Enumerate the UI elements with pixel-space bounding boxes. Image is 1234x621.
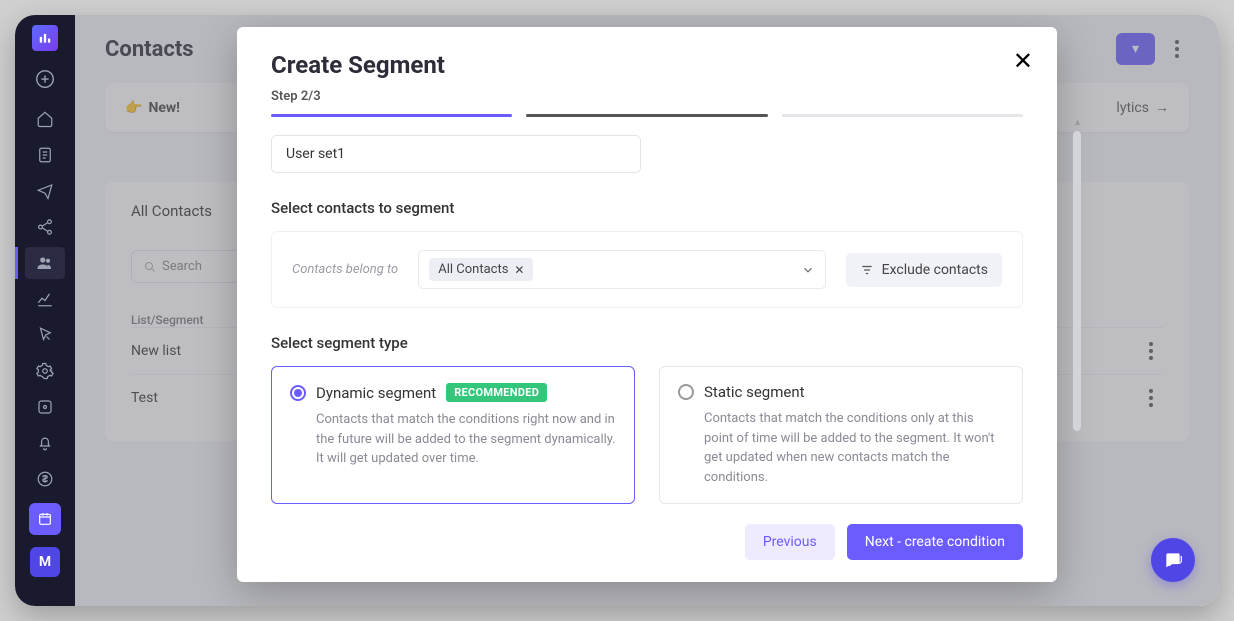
sidebar: M — [15, 15, 75, 606]
radio-dynamic[interactable] — [290, 385, 306, 401]
add-button[interactable] — [25, 59, 65, 99]
segment-name-input[interactable] — [271, 135, 641, 173]
create-segment-modal: Create Segment ✕ Step 2/3 ▲ Select con — [237, 27, 1057, 582]
nav-home[interactable] — [25, 103, 65, 135]
recommended-badge: RECOMMENDED — [446, 383, 547, 402]
belong-to-label: Contacts belong to — [292, 262, 398, 277]
nav-document[interactable] — [25, 139, 65, 171]
section-select-contacts: Select contacts to segment — [271, 199, 1023, 217]
dynamic-title: Dynamic segment — [316, 384, 436, 402]
nav-share[interactable] — [25, 211, 65, 243]
contact-chip: All Contacts ✕ — [429, 258, 533, 281]
nav-analytics[interactable] — [25, 283, 65, 315]
exclude-label: Exclude contacts — [882, 262, 988, 278]
nav-contacts[interactable] — [25, 247, 65, 279]
nav-campaigns[interactable] — [25, 175, 65, 207]
select-contacts-box: Contacts belong to All Contacts ✕ — [271, 231, 1023, 308]
previous-button[interactable]: Previous — [745, 524, 835, 560]
scroll-up-icon[interactable]: ▲ — [1073, 117, 1082, 128]
radio-static[interactable] — [678, 384, 694, 400]
app-frame: M Contacts ▾ 👉 New! lytics → All Contact… — [15, 15, 1219, 606]
static-segment-option[interactable]: Static segment Contacts that match the c… — [659, 366, 1023, 504]
dynamic-description: Contacts that match the conditions right… — [316, 410, 616, 469]
scrollbar[interactable]: ▲ — [1073, 117, 1081, 510]
modal-footer: Previous Next - create condition — [237, 510, 1057, 582]
main-area: Contacts ▾ 👉 New! lytics → All Contacts — [75, 15, 1219, 606]
contacts-selector[interactable]: All Contacts ✕ — [418, 250, 825, 289]
close-icon[interactable]: ✕ — [1013, 49, 1033, 73]
chevron-down-icon — [801, 263, 815, 277]
dynamic-segment-option[interactable]: Dynamic segment RECOMMENDED Contacts tha… — [271, 366, 635, 504]
modal-body: ▲ Select contacts to segment Contacts be… — [237, 117, 1057, 510]
modal-header: Create Segment ✕ Step 2/3 — [237, 27, 1057, 117]
nav-calendar[interactable] — [29, 503, 61, 535]
next-button[interactable]: Next - create condition — [847, 524, 1023, 560]
filter-icon — [860, 263, 874, 277]
static-description: Contacts that match the conditions only … — [704, 409, 1004, 487]
segment-type-options: Dynamic segment RECOMMENDED Contacts tha… — [271, 366, 1023, 504]
modal-title: Create Segment — [271, 51, 1023, 79]
nav-cursor[interactable] — [25, 319, 65, 351]
nav-billing[interactable] — [25, 463, 65, 495]
app-logo-icon[interactable] — [32, 25, 58, 51]
chip-label: All Contacts — [438, 262, 508, 277]
nav-app[interactable] — [25, 391, 65, 423]
chat-fab[interactable] — [1151, 538, 1195, 582]
user-avatar[interactable]: M — [30, 547, 60, 577]
chip-remove-icon[interactable]: ✕ — [514, 263, 524, 277]
scroll-thumb[interactable] — [1073, 131, 1081, 431]
exclude-contacts-button[interactable]: Exclude contacts — [846, 253, 1002, 287]
static-title: Static segment — [704, 383, 805, 401]
nav-settings[interactable] — [25, 355, 65, 387]
nav-notifications[interactable] — [25, 427, 65, 459]
step-indicator: Step 2/3 — [271, 89, 1023, 104]
section-select-type: Select segment type — [271, 334, 1023, 352]
